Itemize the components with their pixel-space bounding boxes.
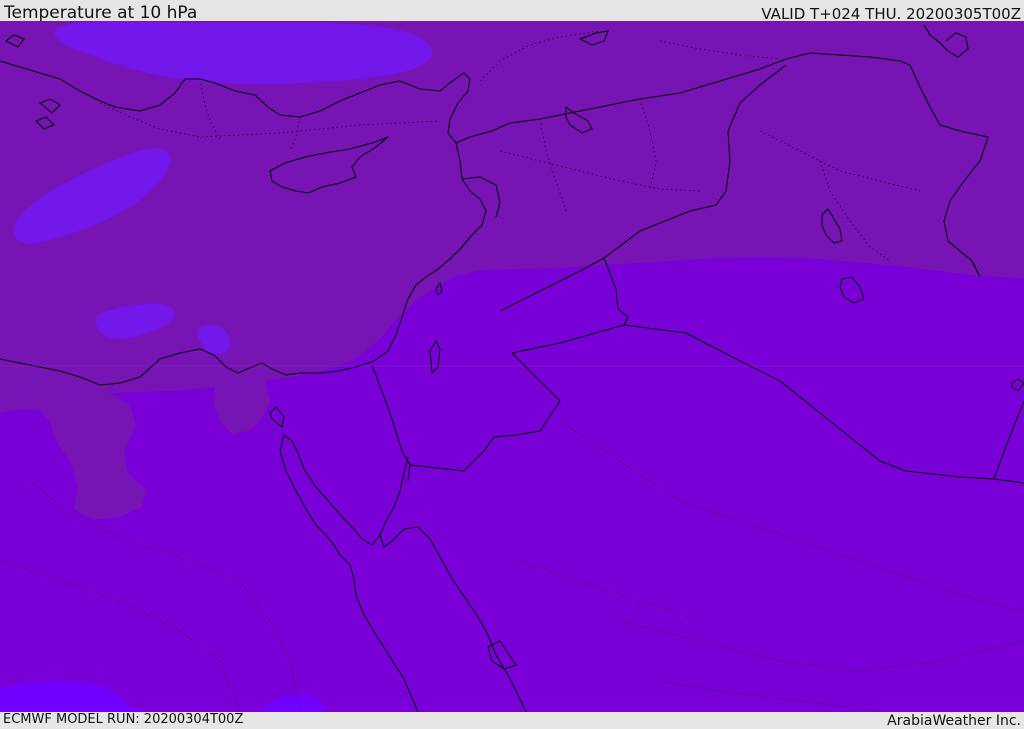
map-canvas xyxy=(0,21,1024,712)
credit-label: ArabiaWeather Inc. xyxy=(887,713,1021,729)
header-bar: Temperature at 10 hPa VALID T+024 THU. 2… xyxy=(0,0,1024,23)
temperature-map xyxy=(0,21,1024,712)
footer-bar: ECMWF MODEL RUN: 20200304T00Z ArabiaWeat… xyxy=(0,712,1024,729)
model-run-label: ECMWF MODEL RUN: 20200304T00Z xyxy=(3,712,244,727)
map-title: Temperature at 10 hPa xyxy=(4,3,198,23)
map-page: Temperature at 10 hPa VALID T+024 THU. 2… xyxy=(0,0,1024,729)
